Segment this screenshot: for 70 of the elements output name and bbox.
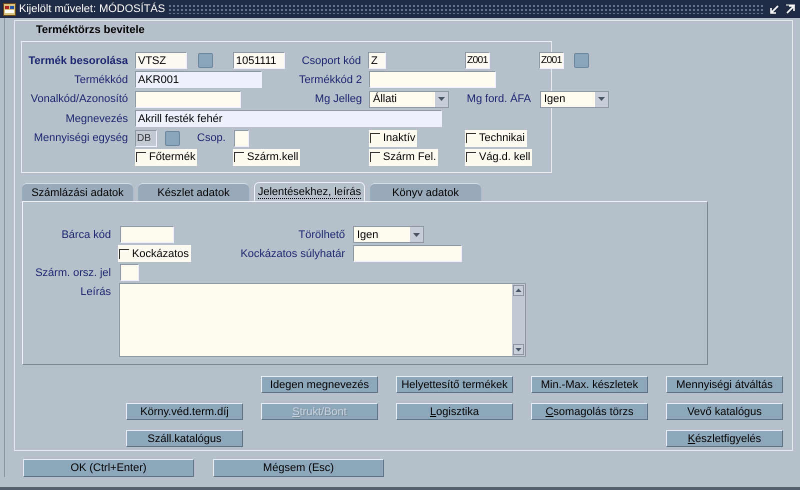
tab[interactable]: Készlet adatok (138, 183, 249, 201)
dropdown[interactable]: Igen (353, 226, 424, 243)
tab[interactable]: Számlázási adatok (22, 183, 133, 201)
input-field[interactable]: 1051111 (233, 52, 285, 69)
scroll-up-icon[interactable] (513, 285, 524, 296)
checkbox[interactable]: Vág.d. kell (465, 148, 532, 166)
action-button[interactable]: Min.-Max. készletek (531, 376, 648, 393)
action-button[interactable]: Száll.katalógus (126, 430, 243, 447)
field-label: Termékkód 2 (298, 74, 362, 86)
checkbox[interactable]: Főtermék (135, 148, 198, 166)
action-button[interactable]: Csomagolás törzs (531, 403, 648, 420)
dropdown-arrow-icon (413, 232, 420, 236)
input-field[interactable]: Akrill festék fehér (135, 110, 442, 128)
input-field[interactable]: Z (368, 52, 386, 69)
lookup-button[interactable] (198, 53, 213, 68)
minimize-icon[interactable] (769, 4, 780, 14)
field-label: Törölhető (298, 228, 345, 240)
action-button[interactable]: Készletfigyelés (666, 430, 783, 447)
field-label: Termék besorolása (28, 54, 128, 66)
field-label: Szárm. orsz. jel (34, 266, 111, 278)
app-icon (3, 2, 16, 16)
dropdown-arrow-icon (598, 97, 605, 102)
field-label: Bárca kód (60, 228, 111, 240)
text-area[interactable] (119, 283, 526, 357)
checkbox[interactable]: Szárm.kell (233, 148, 300, 166)
window-title: Kijelölt művelet: MÓDOSÍTÁS (19, 3, 166, 15)
input-field[interactable] (120, 264, 139, 281)
field-label: Vonalkód/Azonosító (30, 93, 128, 106)
input-field[interactable] (353, 245, 462, 262)
input-field[interactable]: DB (135, 130, 157, 147)
dropdown[interactable]: Állati (369, 90, 449, 108)
field-label: Kockázatos súlyhatár (239, 248, 345, 260)
checkbox[interactable]: Kockázatos (118, 245, 191, 262)
dialog-button[interactable]: Mégsem (Esc) (213, 459, 384, 477)
action-button[interactable]: Helyettesítő termékek (396, 376, 513, 393)
input-field[interactable] (135, 90, 241, 108)
field-label: Mennyiségi egység (32, 132, 128, 144)
input-field[interactable] (234, 130, 249, 147)
tab[interactable]: Könyv adatok (370, 183, 481, 201)
lookup-button[interactable] (165, 130, 180, 146)
dialog-button[interactable]: OK (Ctrl+Enter) (23, 459, 194, 477)
action-button[interactable]: Mennyiségi átváltás (666, 376, 783, 393)
field-label: Leírás (79, 285, 111, 298)
action-button[interactable]: Vevő katalógus (666, 403, 783, 420)
input-field[interactable] (120, 226, 174, 243)
action-button[interactable]: Körny.véd.term.díj (126, 403, 243, 420)
input-field[interactable]: VTSZ (135, 52, 187, 69)
field-label: Termékkód (73, 74, 128, 86)
input-field[interactable] (369, 71, 496, 88)
tab[interactable]: Jelentésekhez, leírás (254, 182, 365, 201)
action-button[interactable]: Logisztika (396, 403, 513, 420)
scroll-down-icon[interactable] (513, 344, 524, 355)
field-label: Megnevezés (64, 112, 128, 125)
scrollbar[interactable] (512, 284, 525, 356)
field-label: Mg Jelleg (314, 93, 362, 106)
maximize-icon[interactable] (785, 4, 796, 14)
field-label: Mg ford. ÁFA (466, 93, 531, 106)
field-label: Csoport kód (300, 54, 361, 66)
input-field[interactable]: Z001 (539, 52, 564, 69)
action-button[interactable]: Idegen megnevezés (261, 376, 378, 393)
dropdown-arrow-icon (438, 97, 445, 102)
checkbox[interactable]: Szárm Fel. (369, 148, 438, 166)
input-field[interactable]: AKR001 (135, 71, 262, 88)
field-label: Csop. (197, 132, 224, 144)
form-title: Terméktörzs bevitele (36, 24, 146, 38)
input-field[interactable]: Z001 (465, 52, 490, 69)
lookup-button[interactable] (574, 53, 589, 68)
checkbox[interactable]: Inaktív (369, 130, 418, 147)
dropdown[interactable]: Igen (540, 90, 609, 108)
checkbox[interactable]: Technikai (465, 130, 527, 147)
